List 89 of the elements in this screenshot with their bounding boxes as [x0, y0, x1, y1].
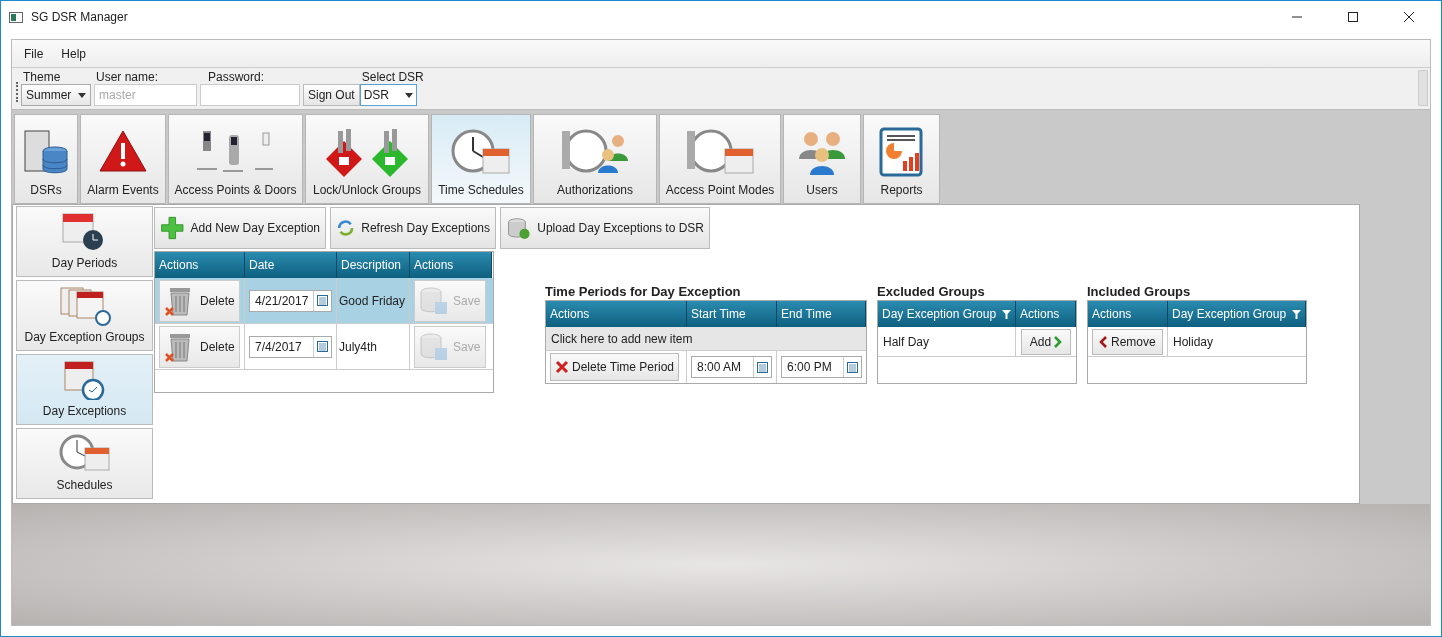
lock-group-icon: [324, 127, 410, 177]
main-tab[interactable]: Authorizations: [533, 114, 657, 204]
main-tab[interactable]: Users: [783, 114, 861, 204]
action-button[interactable]: Add New Day Exception: [154, 207, 326, 249]
app-icon: [9, 11, 23, 23]
caret-icon: [78, 92, 86, 98]
section-title: Time Periods for Day Exception: [545, 284, 742, 300]
header-label: Actions: [1092, 306, 1132, 323]
close-icon[interactable]: [1403, 11, 1415, 23]
chevron-right-icon: [1054, 335, 1063, 348]
clock-calendar-icon: [449, 127, 513, 177]
main-tab[interactable]: Alarm Events: [80, 114, 166, 204]
window-title: SG DSR Manager: [31, 9, 128, 26]
column-header[interactable]: Actions: [410, 252, 492, 278]
column-header[interactable]: Actions: [1088, 301, 1168, 327]
time-field[interactable]: 6:00 PM: [781, 356, 862, 378]
close-icon: [555, 360, 569, 374]
column-header[interactable]: Day Exception Group: [1168, 301, 1306, 327]
caret-icon: [404, 92, 413, 98]
column-header[interactable]: Start Time: [687, 301, 777, 327]
scrollbar[interactable]: [1418, 70, 1428, 106]
table-cell: July4th: [337, 324, 410, 369]
filter-icon[interactable]: [1292, 309, 1301, 319]
time-field[interactable]: 8:00 AM: [691, 356, 772, 378]
header-label: Actions: [1020, 306, 1060, 323]
theme-dropdown[interactable]: Summer: [21, 84, 91, 106]
delete-time-period-button[interactable]: Delete Time Period: [550, 353, 680, 381]
date-field[interactable]: 7/4/2017: [249, 335, 332, 358]
side-tab[interactable]: Day Periods: [16, 206, 153, 277]
grip-handle[interactable]: [16, 82, 18, 102]
side-tab[interactable]: Day Exception Groups: [16, 280, 153, 351]
table-row[interactable]: Delete 4/21/2017 Good Friday Save: [155, 278, 493, 324]
field-label: Select DSR: [360, 70, 425, 84]
header-label: Description: [341, 257, 402, 274]
table-row[interactable]: Delete 7/4/2017 July4th Save: [155, 324, 493, 370]
column-header[interactable]: Date: [245, 252, 337, 278]
calendar-icon[interactable]: [317, 295, 329, 306]
field-label: User name:: [95, 70, 160, 84]
calendar-icon[interactable]: [317, 341, 328, 352]
header-label: Actions: [550, 306, 590, 323]
main-tab[interactable]: Access Point Modes: [659, 114, 781, 204]
side-tab[interactable]: Schedules: [16, 428, 153, 499]
calendar-icon[interactable]: [847, 361, 858, 373]
section-title: Included Groups: [1087, 284, 1192, 300]
column-header[interactable]: End Time: [777, 301, 866, 327]
menu-item[interactable]: File: [20, 44, 48, 63]
side-tab[interactable]: Day Exceptions: [16, 354, 153, 425]
main-tab[interactable]: Access Points & Doors: [168, 114, 303, 204]
main-tab[interactable]: Time Schedules: [431, 114, 531, 204]
column-header[interactable]: Actions: [155, 252, 245, 278]
column-header[interactable]: Description: [337, 252, 410, 278]
column-header[interactable]: Actions: [546, 301, 687, 327]
filter-icon[interactable]: [1002, 309, 1011, 319]
add-button[interactable]: Add: [1020, 328, 1072, 355]
calendar-icon[interactable]: [757, 361, 768, 373]
field-label: Theme: [22, 70, 62, 84]
remove-button[interactable]: Remove: [1092, 328, 1163, 355]
column-header[interactable]: Actions: [1016, 301, 1076, 327]
delete-button[interactable]: Delete: [159, 325, 240, 368]
header-label: Day Exception Group: [882, 306, 997, 323]
action-button[interactable]: Upload Day Exceptions to DSR: [500, 207, 710, 249]
action-button[interactable]: Refresh Day Exceptions: [330, 207, 496, 249]
dsr-dropdown[interactable]: DSR: [359, 84, 417, 106]
table-cell: Half Day: [878, 327, 1016, 356]
header-label: End Time: [781, 306, 832, 323]
main-tab[interactable]: Lock/Unlock Groups: [305, 114, 429, 204]
header-label: Actions: [414, 257, 454, 274]
password-field[interactable]: [200, 84, 300, 106]
chevron-left-icon: [1099, 335, 1107, 348]
add-item-row[interactable]: Click here to add new item: [546, 327, 866, 351]
main-tab[interactable]: Reports: [863, 114, 940, 204]
database-save-icon: [419, 331, 449, 362]
field-label: Password:: [207, 70, 266, 84]
table-cell-text: Holiday: [1172, 333, 1215, 351]
column-header[interactable]: Day Exception Group: [878, 301, 1016, 327]
maximize-icon[interactable]: [1347, 11, 1359, 23]
section-title: Excluded Groups: [877, 284, 986, 300]
header-label: Day Exception Group: [1172, 306, 1287, 323]
header-label: Start Time: [691, 306, 746, 323]
header-label: Actions: [159, 257, 199, 274]
menu-item[interactable]: Help: [57, 44, 91, 63]
table-cell: Good Friday: [337, 278, 410, 323]
main-tab[interactable]: DSRs: [14, 114, 78, 204]
sign-out-button[interactable]: Sign Out: [303, 84, 360, 106]
username-field[interactable]: master: [94, 84, 197, 106]
date-field[interactable]: 4/21/2017: [249, 289, 333, 312]
header-label: Date: [249, 257, 275, 274]
database-save-icon: [419, 285, 449, 316]
delete-button[interactable]: Delete: [159, 279, 240, 322]
